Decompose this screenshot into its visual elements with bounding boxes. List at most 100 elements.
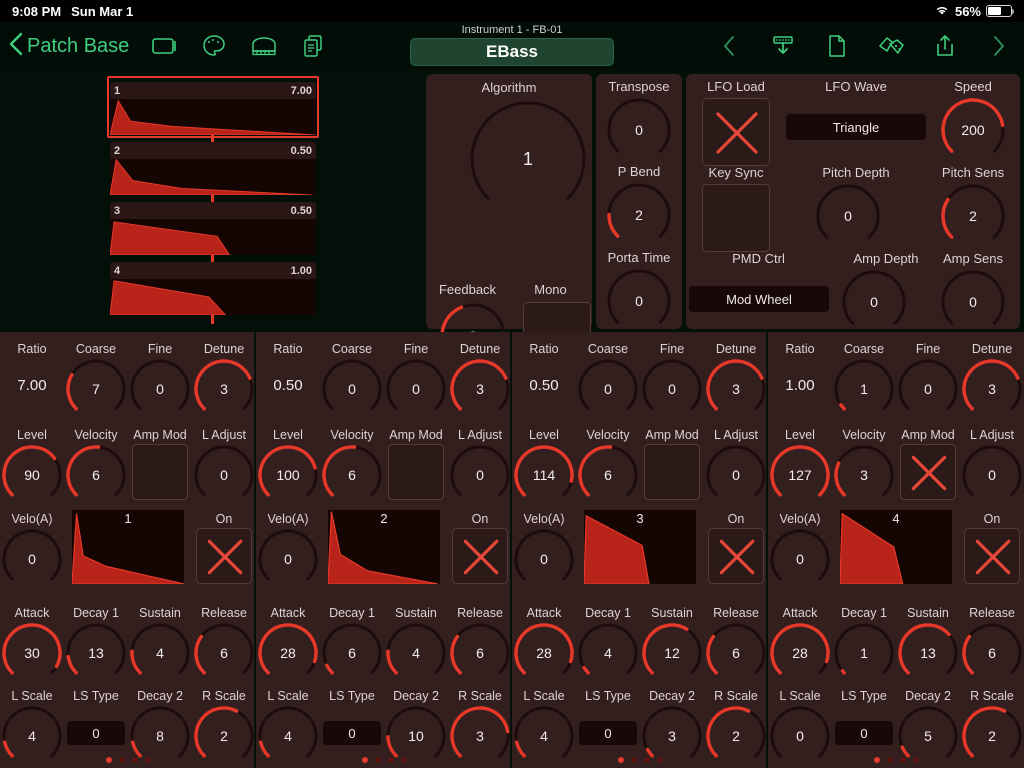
- l-adjust-control[interactable]: 0: [192, 444, 256, 506]
- on-toggle-box[interactable]: [196, 528, 252, 584]
- attack-control[interactable]: 28: [512, 622, 576, 684]
- amp-mod-toggle-box[interactable]: [644, 444, 700, 500]
- release-control[interactable]: 6: [704, 622, 768, 684]
- document-icon[interactable]: [822, 31, 852, 61]
- attack-control[interactable]: 30: [0, 622, 64, 684]
- sustain-control[interactable]: 4: [384, 622, 448, 684]
- on-toggle-box[interactable]: [708, 528, 764, 584]
- ls-type-control[interactable]: 0: [576, 705, 640, 745]
- page-dot[interactable]: [617, 757, 624, 763]
- operator-envelope-display[interactable]: 4: [840, 510, 952, 584]
- coarse-control[interactable]: 7: [64, 358, 128, 420]
- page-dot[interactable]: [656, 757, 663, 763]
- velocity-control[interactable]: 6: [320, 444, 384, 506]
- page-dot[interactable]: [144, 757, 151, 763]
- amp-mod-control[interactable]: [128, 444, 192, 500]
- decay1-control[interactable]: 6: [320, 622, 384, 684]
- lfo-speed-knob[interactable]: 200: [940, 97, 1006, 168]
- amp-mod-toggle-box[interactable]: [900, 444, 956, 500]
- amp-mod-toggle-box[interactable]: [132, 444, 188, 500]
- on-toggle-box[interactable]: [964, 528, 1020, 584]
- attack-control[interactable]: 28: [768, 622, 832, 684]
- page-dot[interactable]: [131, 757, 138, 763]
- velo-a-control[interactable]: 0: [512, 528, 576, 590]
- pitch-sens-knob[interactable]: 2: [940, 183, 1006, 254]
- envelope-item-3[interactable]: 3 0.50: [110, 202, 316, 264]
- detune-control[interactable]: 3: [448, 358, 512, 420]
- page-dot[interactable]: [400, 757, 407, 763]
- back-button[interactable]: Patch Base: [8, 31, 129, 62]
- sustain-control[interactable]: 12: [640, 622, 704, 684]
- on-control[interactable]: [960, 528, 1024, 584]
- porta-time-knob[interactable]: 0: [606, 268, 672, 339]
- share-icon[interactable]: [930, 31, 960, 61]
- dice-icon[interactable]: [876, 31, 906, 61]
- velocity-control[interactable]: 3: [832, 444, 896, 506]
- amp-mod-control[interactable]: [896, 444, 960, 500]
- detune-control[interactable]: 3: [960, 358, 1024, 420]
- detune-control[interactable]: 3: [192, 358, 256, 420]
- fine-control[interactable]: 0: [128, 358, 192, 420]
- decay1-control[interactable]: 1: [832, 622, 896, 684]
- ls-type-select[interactable]: 0: [323, 721, 381, 745]
- key-sync-toggle[interactable]: [702, 184, 770, 252]
- lfo-load-toggle[interactable]: [702, 98, 770, 166]
- transpose-knob[interactable]: 0: [606, 97, 672, 168]
- envelope-item-1[interactable]: 1 7.00: [107, 76, 319, 144]
- ls-type-select[interactable]: 0: [579, 721, 637, 745]
- amp-mod-toggle-box[interactable]: [388, 444, 444, 500]
- amp-mod-control[interactable]: [640, 444, 704, 500]
- download-icon[interactable]: [768, 31, 798, 61]
- palette-icon[interactable]: [199, 31, 229, 61]
- sustain-control[interactable]: 4: [128, 622, 192, 684]
- lfo-wave-select[interactable]: Triangle: [786, 114, 926, 140]
- operator-envelope-display[interactable]: 1: [72, 510, 184, 584]
- algorithm-knob[interactable]: 1: [469, 100, 587, 223]
- envelope-item-2[interactable]: 2 0.50: [110, 142, 316, 204]
- level-control[interactable]: 100: [256, 444, 320, 506]
- velocity-control[interactable]: 6: [64, 444, 128, 506]
- fine-control[interactable]: 0: [640, 358, 704, 420]
- prev-patch-chevron-left-icon[interactable]: [714, 31, 744, 61]
- page-dot[interactable]: [912, 757, 919, 763]
- page-dot[interactable]: [873, 757, 880, 763]
- page-dot[interactable]: [630, 757, 637, 763]
- ls-type-control[interactable]: 0: [64, 705, 128, 745]
- ls-type-select[interactable]: 0: [67, 721, 125, 745]
- page-dot[interactable]: [643, 757, 650, 763]
- operator-envelope-display[interactable]: 3: [584, 510, 696, 584]
- release-control[interactable]: 6: [192, 622, 256, 684]
- page-dot[interactable]: [886, 757, 893, 763]
- pitch-depth-knob[interactable]: 0: [815, 183, 881, 254]
- velo-a-control[interactable]: 0: [768, 528, 832, 590]
- l-adjust-control[interactable]: 0: [704, 444, 768, 506]
- amp-mod-control[interactable]: [384, 444, 448, 500]
- fine-control[interactable]: 0: [384, 358, 448, 420]
- coarse-control[interactable]: 0: [320, 358, 384, 420]
- ls-type-control[interactable]: 0: [832, 705, 896, 745]
- page-dot[interactable]: [361, 757, 368, 763]
- coarse-control[interactable]: 1: [832, 358, 896, 420]
- envelope-item-4[interactable]: 4 1.00: [110, 262, 316, 324]
- amp-sens-knob[interactable]: 0: [940, 269, 1006, 340]
- release-control[interactable]: 6: [448, 622, 512, 684]
- page-dot[interactable]: [899, 757, 906, 763]
- velo-a-control[interactable]: 0: [0, 528, 64, 590]
- window-icon[interactable]: [149, 31, 179, 61]
- on-control[interactable]: [704, 528, 768, 584]
- on-control[interactable]: [192, 528, 256, 584]
- pmd-ctrl-select[interactable]: Mod Wheel: [689, 286, 829, 312]
- sustain-control[interactable]: 13: [896, 622, 960, 684]
- coarse-control[interactable]: 0: [576, 358, 640, 420]
- l-adjust-control[interactable]: 0: [960, 444, 1024, 506]
- piano-icon[interactable]: [249, 31, 279, 61]
- page-dot[interactable]: [374, 757, 381, 763]
- copy-document-icon[interactable]: [299, 31, 329, 61]
- next-patch-chevron-right-icon[interactable]: [984, 31, 1014, 61]
- l-adjust-control[interactable]: 0: [448, 444, 512, 506]
- page-dot[interactable]: [118, 757, 125, 763]
- on-control[interactable]: [448, 528, 512, 584]
- detune-control[interactable]: 3: [704, 358, 768, 420]
- pbend-knob[interactable]: 2: [606, 182, 672, 253]
- decay1-control[interactable]: 4: [576, 622, 640, 684]
